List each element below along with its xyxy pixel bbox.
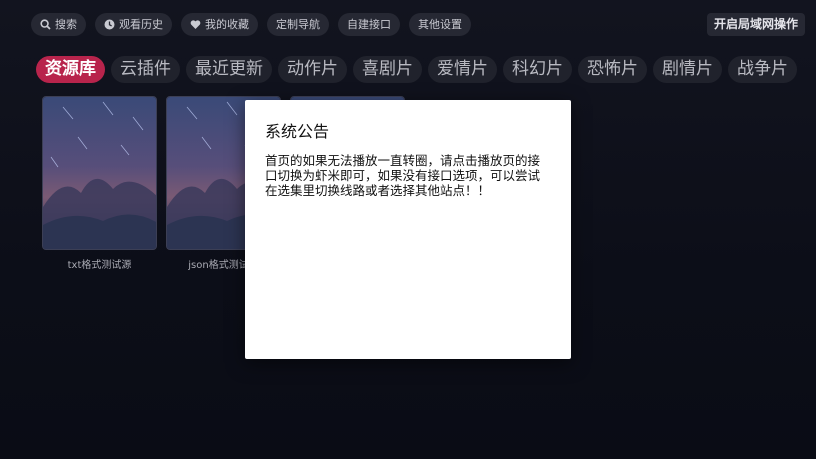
top-toolbar: 搜索 观看历史 我的收藏 定制导航 自建接口 其他设置 [31,13,471,36]
category-tabs: 资源库 云插件 最近更新 动作片 喜剧片 爱情片 科幻片 恐怖片 剧情片 战争片 [36,56,797,83]
other-settings-button[interactable]: 其他设置 [409,13,471,36]
heart-icon [190,19,201,30]
dialog-message: 首页的如果无法播放一直转圈，请点击播放页的接口切换为虾米即可，如果没有接口选项，… [265,153,541,198]
tab-comedy[interactable]: 喜剧片 [353,56,422,83]
custom-nav-label: 定制导航 [276,18,320,31]
app-screen: 搜索 观看历史 我的收藏 定制导航 自建接口 其他设置 开启局域网操作 资源库 … [0,0,816,459]
tab-cloud-plugins[interactable]: 云插件 [111,56,180,83]
custom-api-label: 自建接口 [347,18,391,31]
search-label: 搜索 [55,18,77,31]
tab-romance[interactable]: 爱情片 [428,56,497,83]
favorites-label: 我的收藏 [205,18,249,31]
lan-operation-button[interactable]: 开启局域网操作 [706,13,805,36]
history-label: 观看历史 [119,18,163,31]
tab-action[interactable]: 动作片 [278,56,347,83]
poster-caption: txt格式测试源 [67,260,132,271]
poster-card[interactable]: txt格式测试源 [42,96,157,271]
dialog-title: 系统公告 [265,122,330,141]
tab-recent-updates[interactable]: 最近更新 [186,56,272,83]
search-button[interactable]: 搜索 [31,13,86,36]
favorites-button[interactable]: 我的收藏 [181,13,258,36]
custom-nav-button[interactable]: 定制导航 [267,13,329,36]
tab-drama[interactable]: 剧情片 [653,56,722,83]
poster-image [42,96,157,250]
search-icon [40,19,51,30]
other-settings-label: 其他设置 [418,18,462,31]
announcement-dialog[interactable]: 系统公告 首页的如果无法播放一直转圈，请点击播放页的接口切换为虾米即可，如果没有… [245,100,571,359]
clock-icon [104,19,115,30]
tab-war[interactable]: 战争片 [728,56,797,83]
custom-api-button[interactable]: 自建接口 [338,13,400,36]
history-button[interactable]: 观看历史 [95,13,172,36]
tab-resource-library[interactable]: 资源库 [36,56,105,83]
tab-scifi[interactable]: 科幻片 [503,56,572,83]
tab-horror[interactable]: 恐怖片 [578,56,647,83]
